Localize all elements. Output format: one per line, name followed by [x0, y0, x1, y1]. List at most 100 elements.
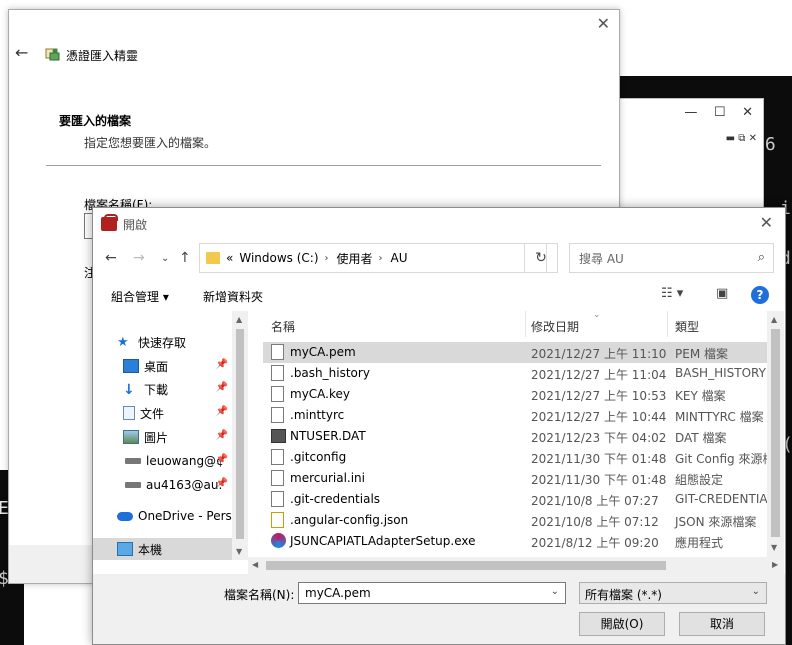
file-list-header: 名稱 修改日期 ⌄ 類型 — [263, 310, 767, 337]
file-name: myCA.pem — [290, 345, 356, 359]
nav-item-network-drive[interactable]: leuowang@¢ 📌 — [93, 450, 232, 472]
file-row[interactable]: .minttyrc 2021/12/27 上午 10:44 MINTTYRC 檔… — [263, 405, 767, 426]
drive-icon — [125, 482, 141, 488]
chevron-right-icon[interactable]: › — [325, 253, 329, 264]
preview-pane-icon[interactable]: ▣ — [716, 286, 728, 301]
onedrive-icon — [117, 511, 133, 521]
file-type: KEY 檔案 — [675, 389, 726, 403]
refresh-button[interactable]: ↻ — [524, 243, 558, 273]
file-list-scrollbar[interactable]: ▲ ▼ — [767, 311, 784, 557]
pin-icon: 📌 — [215, 359, 228, 370]
sort-chevron-icon: ⌄ — [593, 310, 601, 320]
cancel-button[interactable]: 取消 — [679, 612, 765, 636]
file-row[interactable]: myCA.key 2021/12/27 上午 10:53 KEY 檔案 — [263, 384, 767, 405]
wizard-heading: 要匯入的檔案 — [59, 114, 132, 128]
scrollbar-thumb[interactable] — [771, 329, 780, 537]
navigation-scrollbar[interactable]: ▲ ▼ — [232, 311, 248, 560]
file-name: .git-credentials — [290, 492, 381, 506]
breadcrumb-item[interactable]: 使用者 — [337, 250, 373, 267]
dialog-toolbar: 組合管理 ▾ 新增資料夾 ☷ ▾ ▣ — [93, 281, 785, 309]
file-type: PEM 檔案 — [675, 347, 728, 361]
horizontal-scrollbar[interactable]: ◀ ▶ — [248, 557, 784, 574]
scroll-left-icon[interactable]: ◀ — [252, 560, 258, 569]
file-type: DAT 檔案 — [675, 431, 727, 445]
file-row[interactable]: NTUSER.DAT 2021/12/23 下午 04:02 DAT 檔案 — [263, 426, 767, 447]
open-button[interactable]: 開啟(O) — [579, 612, 665, 636]
search-input[interactable]: 搜尋 AU ⌕ — [569, 243, 774, 273]
nav-item-documents[interactable]: 文件 📌 — [93, 402, 232, 424]
dialog-footer: 檔案名稱(N): myCA.pem ⌄ 所有檔案 (*.*) ⌄ 開啟(O) 取… — [93, 574, 785, 644]
file-name: JSUNCAPIATLAdapterSetup.exe — [290, 534, 476, 548]
settings-file-icon — [271, 470, 284, 486]
breadcrumb-item[interactable]: AU — [391, 251, 408, 265]
dialog-title: 開啟 — [123, 217, 148, 232]
file-row[interactable]: .bash_history 2021/12/27 上午 11:04 BASH_H… — [263, 363, 767, 384]
nav-item-network-drive[interactable]: au4163@au. 📌 — [93, 474, 232, 496]
column-type[interactable]: 類型 — [675, 318, 699, 335]
file-type: GIT-CREDENTIA — [675, 492, 767, 506]
navigation-bar: ← → ⌄ ↑ « Windows (C:) › 使用者 › AU ↻ 搜尋 A… — [93, 243, 785, 275]
organize-menu[interactable]: 組合管理 ▾ — [111, 288, 169, 305]
column-divider[interactable] — [667, 311, 668, 337]
scrollbar-thumb[interactable] — [266, 561, 666, 570]
close-icon[interactable]: ✕ — [760, 213, 773, 232]
pin-icon: 📌 — [215, 406, 228, 417]
download-icon: ↓ — [123, 382, 135, 398]
scroll-down-icon[interactable]: ▼ — [236, 547, 242, 556]
filename-label: 檔案名稱(N): — [224, 588, 295, 602]
scroll-down-icon[interactable]: ▼ — [771, 543, 777, 552]
pin-icon: 📌 — [215, 454, 228, 465]
file-type-select[interactable]: 所有檔案 (*.*) ⌄ — [579, 582, 767, 604]
scroll-up-icon[interactable]: ▲ — [236, 315, 242, 324]
nav-item-this-pc[interactable]: 本機 — [93, 538, 232, 560]
wizard-title: 憑證匯入精靈 — [66, 49, 139, 63]
chevron-down-icon[interactable]: ⌄ — [752, 586, 760, 597]
scroll-up-icon[interactable]: ▲ — [771, 315, 777, 324]
chevron-right-icon[interactable]: › — [379, 253, 383, 264]
file-row[interactable]: mercurial.ini 2021/11/30 下午 01:48 組態設定 — [263, 468, 767, 489]
close-icon[interactable]: ✕ — [597, 14, 610, 33]
help-icon[interactable]: ? — [751, 286, 769, 304]
nav-item-downloads[interactable]: ↓ 下載 📌 — [93, 378, 232, 400]
view-options-icon[interactable]: ☷ ▾ — [661, 286, 683, 301]
file-list: myCA.pem 2021/12/27 上午 11:10 PEM 檔案 .bas… — [263, 342, 767, 557]
chevron-down-icon[interactable]: ⌄ — [551, 586, 559, 597]
navigation-pane: ★ 快速存取 桌面 📌 ↓ 下載 📌 文件 📌 圖片 📌 leuowang@¢ … — [93, 311, 248, 560]
filename-input[interactable]: myCA.pem ⌄ — [298, 582, 566, 604]
nav-item-quick-access[interactable]: ★ 快速存取 — [93, 331, 232, 353]
file-name: mercurial.ini — [290, 471, 365, 485]
file-name: myCA.key — [290, 387, 350, 401]
column-name[interactable]: 名稱 — [271, 318, 295, 335]
column-date[interactable]: 修改日期 — [531, 318, 579, 335]
file-row[interactable]: myCA.pem 2021/12/27 上午 11:10 PEM 檔案 — [263, 342, 767, 363]
new-folder-button[interactable]: 新增資料夾 — [203, 288, 263, 305]
file-date: 2021/12/27 上午 10:44 — [531, 410, 667, 424]
file-date: 2021/12/27 上午 11:10 — [531, 347, 667, 361]
document-icon — [123, 406, 135, 420]
file-row[interactable]: .gitconfig 2021/11/30 下午 01:48 Git Confi… — [263, 447, 767, 468]
file-row[interactable]: .git-credentials 2021/10/8 上午 07:27 GIT-… — [263, 489, 767, 510]
recent-locations-chevron-icon[interactable]: ⌄ — [161, 253, 169, 264]
nav-item-onedrive[interactable]: OneDrive - Perso — [93, 505, 232, 527]
scrollbar-thumb[interactable] — [236, 329, 244, 539]
nav-item-desktop[interactable]: 桌面 📌 — [93, 355, 232, 377]
folder-icon — [206, 252, 220, 264]
search-icon[interactable]: ⌕ — [758, 250, 765, 265]
back-arrow-icon[interactable]: ← — [15, 43, 28, 62]
up-arrow-icon[interactable]: ↑ — [179, 250, 191, 266]
briefcase-icon — [101, 214, 118, 231]
breadcrumb-item[interactable]: Windows (C:) — [239, 251, 318, 265]
app-icon — [271, 533, 286, 548]
file-name: .bash_history — [290, 366, 370, 380]
window-controls-icon: ▬ ⧉ ✕ — [725, 133, 757, 144]
column-divider[interactable] — [525, 311, 526, 337]
back-arrow-icon[interactable]: ← — [105, 250, 117, 266]
forward-arrow-icon[interactable]: → — [133, 250, 145, 266]
file-row[interactable]: .angular-config.json 2021/10/8 上午 07:12 … — [263, 510, 767, 531]
address-bar[interactable]: « Windows (C:) › 使用者 › AU — [199, 243, 547, 273]
certificate-icon — [45, 48, 60, 61]
scroll-right-icon[interactable]: ▶ — [772, 560, 778, 569]
file-icon — [271, 386, 284, 402]
nav-item-pictures[interactable]: 圖片 📌 — [93, 426, 232, 448]
file-row[interactable]: JSUNCAPIATLAdapterSetup.exe 2021/8/12 上午… — [263, 531, 767, 552]
